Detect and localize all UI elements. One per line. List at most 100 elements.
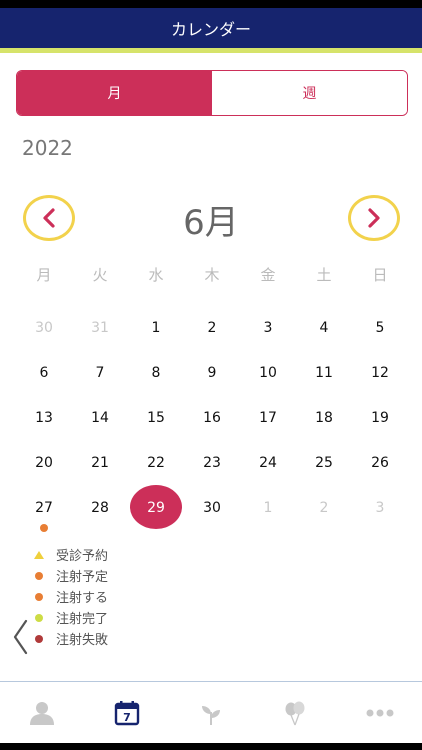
tab-profile[interactable] [0, 682, 84, 744]
header-accent-line [0, 48, 422, 53]
calendar-day[interactable]: 5 [352, 305, 408, 350]
day-number: 30 [35, 319, 53, 336]
day-number: 5 [375, 319, 385, 336]
calendar-day[interactable]: 17 [240, 395, 296, 440]
calendar-day[interactable]: 13 [16, 395, 72, 440]
calendar-week-row: 30 31 1 2 3 4 5 [16, 305, 408, 350]
day-number: 29 [147, 499, 165, 516]
weekday-header: 月 火 水 木 金 土 日 [16, 264, 408, 285]
calendar-day[interactable]: 15 [128, 395, 184, 440]
legend-item: 注射完了 [34, 607, 108, 628]
calendar-day[interactable]: 6 [16, 350, 72, 395]
calendar-day[interactable]: 1 [128, 305, 184, 350]
calendar-day[interactable]: 30 [184, 485, 240, 530]
day-number: 28 [91, 499, 109, 516]
calendar-day[interactable]: 2 [184, 305, 240, 350]
status-bar [0, 0, 422, 8]
calendar-day[interactable]: 19 [352, 395, 408, 440]
day-number: 8 [151, 364, 161, 381]
calendar-day[interactable]: 23 [184, 440, 240, 485]
calendar-day[interactable]: 14 [72, 395, 128, 440]
calendar-day[interactable]: 31 [72, 305, 128, 350]
legend-label: 受診予約 [56, 549, 109, 564]
calendar-week-row: 6 7 8 9 10 11 12 [16, 350, 408, 395]
calendar-icon: 7 [114, 701, 139, 726]
calendar-day[interactable]: 3 [352, 485, 408, 530]
day-number: 9 [207, 364, 217, 381]
side-back-button[interactable] [10, 618, 30, 656]
calendar-day[interactable]: 7 [72, 350, 128, 395]
tab-celebrate[interactable] [253, 682, 337, 744]
tab-calendar[interactable]: 7 [84, 682, 168, 744]
calendar-day[interactable]: 25 [296, 440, 352, 485]
calendar-day[interactable]: 3 [240, 305, 296, 350]
calendar-day[interactable]: 16 [184, 395, 240, 440]
day-number: 6 [39, 364, 49, 381]
chevron-right-icon [368, 208, 380, 228]
legend-item: 受診予約 [34, 544, 108, 565]
year-label: 2022 [22, 136, 73, 160]
day-number: 23 [203, 454, 221, 471]
tab-growth[interactable] [169, 682, 253, 744]
tab-more[interactable] [338, 682, 422, 744]
user-icon [30, 702, 55, 725]
legend-label: 注射予定 [56, 570, 109, 585]
calendar-day[interactable]: 4 [296, 305, 352, 350]
weekday-label: 木 [204, 266, 220, 284]
day-number: 13 [35, 409, 53, 426]
calendar-day[interactable]: 1 [240, 485, 296, 530]
day-number: 1 [151, 319, 161, 336]
day-number: 19 [371, 409, 389, 426]
view-toggle: 月 週 [16, 70, 408, 116]
calendar-day[interactable]: 9 [184, 350, 240, 395]
calendar-day[interactable]: 20 [16, 440, 72, 485]
calendar-day[interactable]: 27 [16, 485, 72, 532]
day-number: 15 [147, 409, 165, 426]
calendar-day[interactable]: 18 [296, 395, 352, 440]
legend-item: 注射する [34, 586, 108, 607]
page-title: カレンダー [170, 20, 251, 39]
dot-icon [34, 571, 44, 581]
calendar-day[interactable]: 8 [128, 350, 184, 395]
day-number: 24 [259, 454, 277, 471]
day-number: 10 [259, 364, 277, 381]
legend-item: 注射予定 [34, 565, 108, 586]
next-month-button[interactable] [348, 195, 400, 241]
bottom-tab-bar: 7 [0, 681, 422, 744]
day-number: 2 [319, 499, 329, 516]
calendar-day[interactable]: 12 [352, 350, 408, 395]
balloons-icon [285, 701, 305, 726]
day-number: 3 [375, 499, 385, 516]
calendar-day[interactable]: 24 [240, 440, 296, 485]
dot-icon [34, 592, 44, 602]
week-view-button[interactable]: 週 [212, 71, 407, 115]
calendar-day[interactable]: 10 [240, 350, 296, 395]
calendar-day[interactable]: 21 [72, 440, 128, 485]
home-indicator-bar [0, 743, 422, 750]
day-number: 27 [35, 499, 53, 516]
chevron-left-icon [13, 619, 28, 655]
calendar-grid: 30 31 1 2 3 4 5 6 7 8 9 10 11 12 13 14 15 16 17 18 19 20 21 22 2… [16, 305, 408, 532]
day-number: 16 [203, 409, 221, 426]
more-icon [366, 709, 394, 717]
calendar-day[interactable]: 28 [72, 485, 128, 530]
calendar-day-selected[interactable]: 29 [128, 485, 184, 530]
weekday-label: 日 [372, 266, 388, 284]
day-number: 30 [203, 499, 221, 516]
weekday-label: 金 [260, 266, 276, 284]
day-number: 22 [147, 454, 165, 471]
calendar-day[interactable]: 30 [16, 305, 72, 350]
week-view-label: 週 [302, 86, 317, 102]
day-number: 3 [263, 319, 273, 336]
day-number: 21 [91, 454, 109, 471]
calendar-week-row: 27 28 29 30 1 2 3 [16, 485, 408, 532]
triangle-icon [34, 550, 44, 560]
calendar-day[interactable]: 11 [296, 350, 352, 395]
event-dot [40, 524, 48, 532]
day-number: 17 [259, 409, 277, 426]
calendar-day[interactable]: 2 [296, 485, 352, 530]
weekday-label: 水 [148, 266, 164, 284]
month-view-button[interactable]: 月 [17, 71, 212, 115]
calendar-day[interactable]: 22 [128, 440, 184, 485]
calendar-day[interactable]: 26 [352, 440, 408, 485]
